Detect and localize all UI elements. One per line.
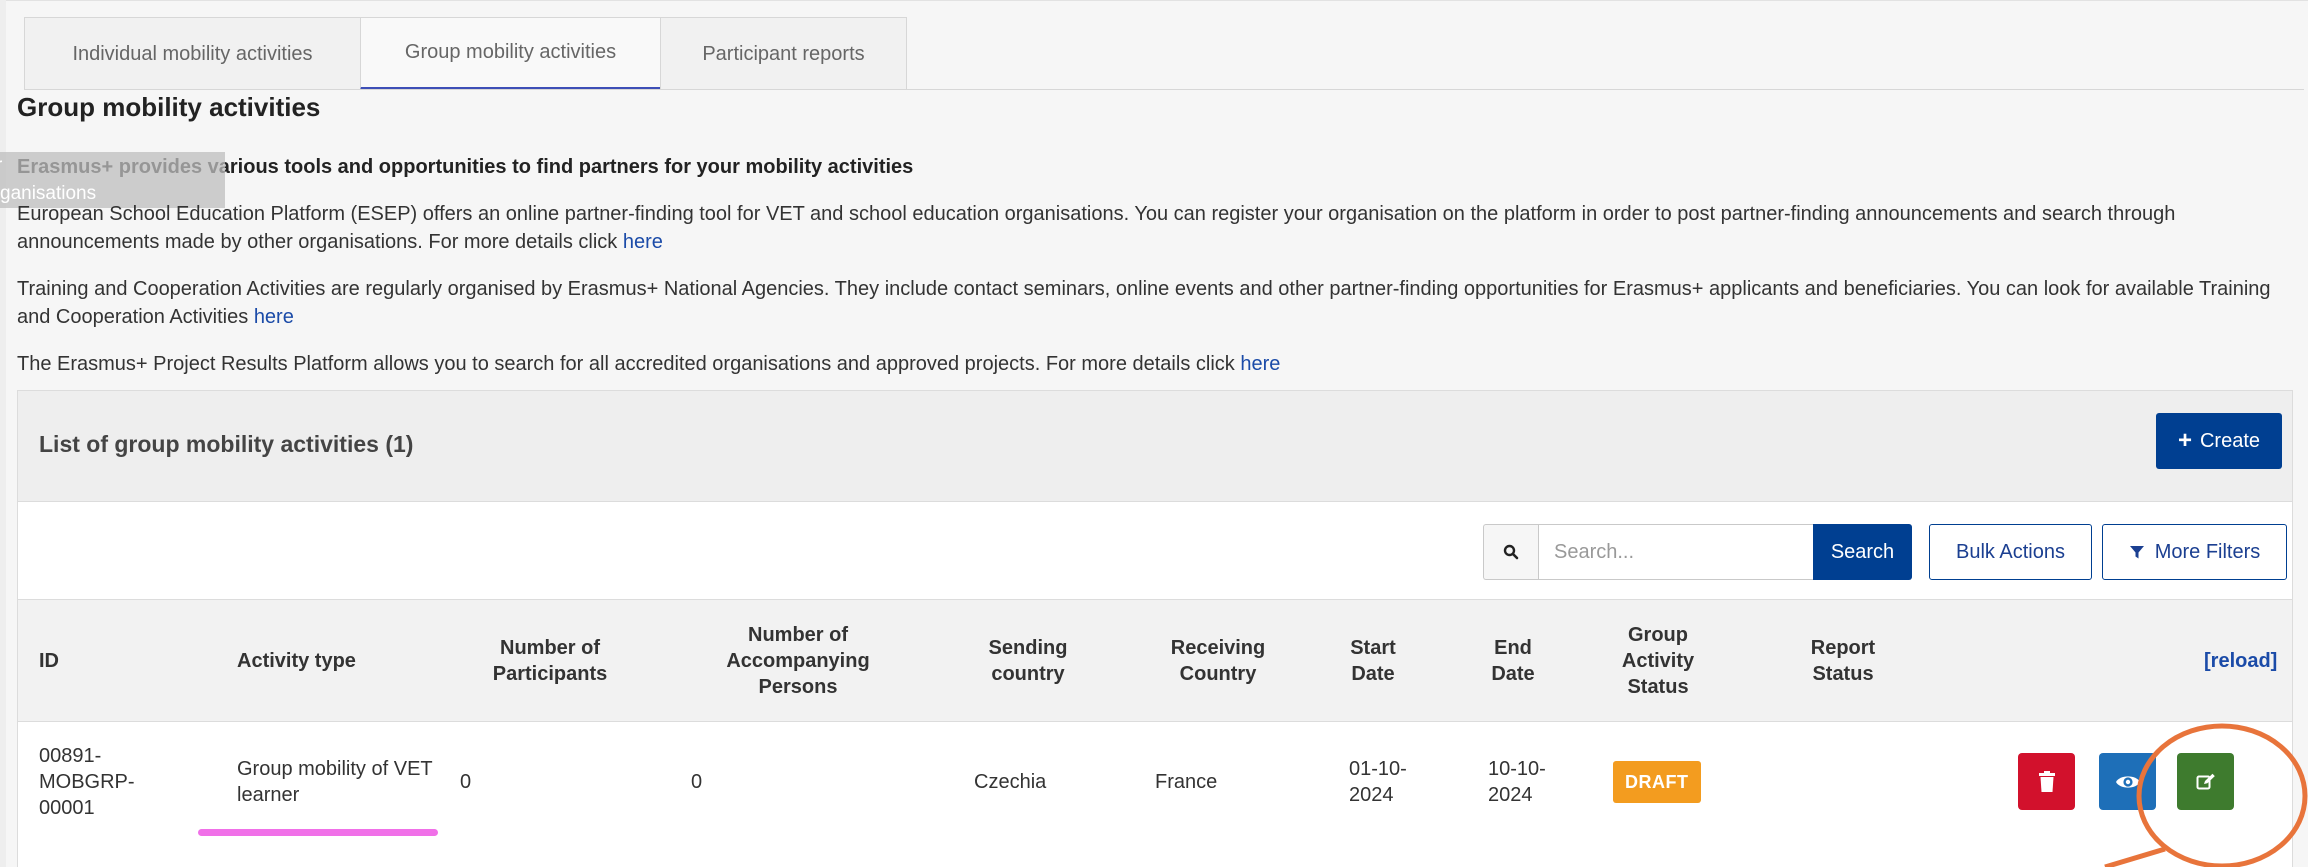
search-group: Search xyxy=(1483,524,1912,580)
esep-link[interactable]: here xyxy=(623,231,663,253)
cell-sending-country: Czechia xyxy=(974,771,1047,793)
esep-text: European School Education Platform (ESEP… xyxy=(17,203,2176,253)
overlay-line-1: r xyxy=(0,152,225,180)
tca-paragraph: Training and Cooperation Activities are … xyxy=(17,275,2277,331)
view-button[interactable] xyxy=(2099,753,2156,810)
trash-icon xyxy=(2038,770,2055,792)
reload-label: [reload] xyxy=(2204,650,2278,672)
more-filters-label: More Filters xyxy=(2154,540,2261,563)
edit-icon xyxy=(2196,773,2215,789)
cell-id: 00891-MOBGRP-00001 xyxy=(39,745,135,819)
create-label: Create xyxy=(2199,429,2261,452)
results-text: The Erasmus+ Project Results Platform al… xyxy=(17,353,1241,375)
cell-accompanying: 0 xyxy=(691,771,703,793)
col-group-status: Group Activity Status xyxy=(1621,624,1695,698)
search-icon xyxy=(1483,524,1538,580)
tca-link[interactable]: here xyxy=(254,306,294,328)
cell-participants: 0 xyxy=(460,771,472,793)
col-participants: Number of Participants xyxy=(492,637,608,685)
search-button[interactable]: Search xyxy=(1813,524,1912,580)
col-activity-type: Activity type xyxy=(237,650,356,672)
search-input[interactable] xyxy=(1538,524,1813,580)
results-paragraph: The Erasmus+ Project Results Platform al… xyxy=(17,350,2277,378)
cell-receiving-country: France xyxy=(1155,771,1218,793)
col-start-date: Start Date xyxy=(1350,637,1396,685)
edit-button[interactable] xyxy=(2177,753,2234,810)
tab-participant-reports[interactable]: Participant reports xyxy=(660,17,907,90)
cell-end-date: 10-10-2024 xyxy=(1488,758,1546,806)
card-header: List of group mobility activities (1) + … xyxy=(18,391,2292,502)
eye-icon xyxy=(2115,775,2140,788)
filter-icon xyxy=(2129,546,2144,559)
table-row: 00891-MOBGRP-00001 Group mobility of VET… xyxy=(18,722,2292,867)
col-id: ID xyxy=(39,650,59,672)
table-header: ID Activity type Number of Participants … xyxy=(18,600,2292,722)
col-accompanying: Number of Accompanying Persons xyxy=(726,624,870,698)
delete-button[interactable] xyxy=(2018,753,2075,810)
col-report-status: Report Status xyxy=(1810,637,1876,685)
col-end-date: End Date xyxy=(1491,637,1535,685)
highlight-underline xyxy=(198,829,438,836)
page-title: Group mobility activities xyxy=(17,92,321,122)
activities-card: List of group mobility activities (1) + … xyxy=(17,390,2293,867)
more-filters-button[interactable]: More Filters xyxy=(2102,524,2287,580)
tab-individual-mobility[interactable]: Individual mobility activities xyxy=(24,17,361,90)
cell-activity-type: Group mobility of VET learner xyxy=(237,758,433,806)
esep-paragraph: European School Education Platform (ESEP… xyxy=(17,200,2277,256)
col-receiving-country: Receiving Country xyxy=(1170,637,1266,685)
list-title: List of group mobility activities (1) xyxy=(39,431,414,457)
list-toolbar: Search Bulk Actions More Filters xyxy=(18,502,2292,600)
cell-report-status xyxy=(1803,722,1883,842)
tab-group-mobility[interactable]: Group mobility activities xyxy=(360,17,661,90)
tab-divider xyxy=(24,89,2304,90)
cell-status: DRAFT xyxy=(1613,722,1733,842)
tca-text: Training and Cooperation Activities are … xyxy=(17,278,2271,328)
reload-link[interactable]: [reload] xyxy=(2204,600,2284,722)
cell-start-date: 01-10-2024 xyxy=(1349,758,1407,806)
col-sending-country: Sending country xyxy=(988,637,1068,685)
results-link[interactable]: here xyxy=(1240,353,1280,375)
create-button[interactable]: + Create xyxy=(2156,413,2282,469)
tab-bar: Individual mobility activities Group mob… xyxy=(24,17,907,90)
bulk-actions-button[interactable]: Bulk Actions xyxy=(1929,524,2092,580)
status-badge: DRAFT xyxy=(1613,761,1701,803)
plus-icon: + xyxy=(2177,427,2192,454)
